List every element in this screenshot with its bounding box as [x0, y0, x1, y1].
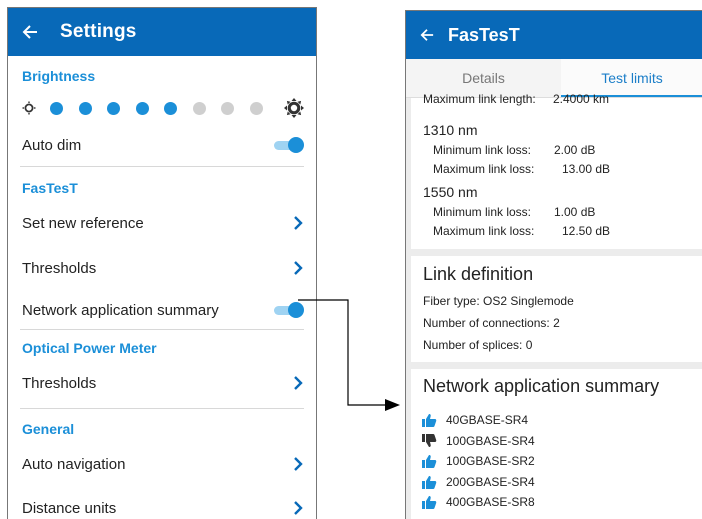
- brightness-dot[interactable]: [249, 102, 263, 115]
- section-brightness: Brightness: [22, 68, 96, 84]
- number-of-splices: Number of splices: 0: [423, 338, 533, 352]
- max-loss-1310-row: Maximum link loss: 13.00 dB: [433, 162, 610, 176]
- section-general: General: [22, 421, 75, 437]
- page-title: Settings: [60, 21, 137, 42]
- max-link-length-value: 2.4000 km: [553, 92, 610, 106]
- application-name: 40GBASE-SR4: [446, 413, 529, 427]
- divider: [20, 166, 304, 167]
- chevron-right-icon: [294, 376, 303, 390]
- fastest-panel: FasTesT Details Test limits Maximum link…: [405, 10, 702, 519]
- min-loss-label: Minimum link loss:: [433, 143, 532, 157]
- settings-panel: Settings Brightness Auto dim FasTesT Set…: [7, 7, 317, 519]
- thumbs-down-icon: [422, 433, 437, 447]
- fiber-type: Fiber type: OS2 Singlemode: [423, 294, 574, 308]
- application-name: 400GBASE-SR8: [446, 495, 535, 509]
- application-row: 40GBASE-SR4: [421, 413, 528, 427]
- brightness-low-icon: [22, 101, 36, 115]
- thumbs-up-icon: [422, 475, 437, 489]
- chevron-right-icon: [294, 216, 303, 230]
- max-loss-1550-row: Maximum link loss: 12.50 dB: [433, 224, 610, 238]
- brightness-dot[interactable]: [50, 102, 63, 115]
- brightness-dot[interactable]: [164, 102, 177, 115]
- application-row: 100GBASE-SR2: [421, 454, 535, 468]
- section-optical-power-meter: Optical Power Meter: [22, 340, 157, 356]
- thresholds-label: Thresholds: [22, 259, 97, 277]
- wavelength-1310-title: 1310 nm: [423, 122, 478, 138]
- page-title: FasTesT: [448, 24, 520, 45]
- row-auto-navigation[interactable]: Auto navigation: [22, 454, 304, 474]
- thumbs-up-icon: [422, 496, 437, 509]
- link-definition-card: Link definition Fiber type: OS2 Singlemo…: [411, 256, 702, 362]
- row-network-application-summary[interactable]: Network application summary: [22, 300, 304, 320]
- brightness-dot[interactable]: [221, 102, 234, 115]
- min-loss-label: Minimum link loss:: [433, 205, 532, 219]
- thresholds-label: Thresholds: [22, 374, 97, 392]
- settings-app-bar: Settings: [8, 8, 316, 56]
- chevron-right-icon: [294, 501, 303, 515]
- application-name: 100GBASE-SR4: [446, 433, 535, 448]
- network-application-summary-toggle[interactable]: [274, 302, 304, 318]
- test-limits-card: Maximum link length: 2.4000 km 1310 nm M…: [411, 92, 702, 249]
- max-link-length-label: Maximum link length:: [423, 92, 536, 106]
- brightness-dot[interactable]: [107, 102, 120, 115]
- min-loss-1310-row: Minimum link loss: 2.00 dB: [433, 143, 595, 157]
- max-loss-value: 12.50 dB: [562, 224, 611, 238]
- link-definition-title: Link definition: [423, 264, 534, 284]
- row-set-new-reference[interactable]: Set new reference: [22, 213, 304, 233]
- auto-dim-toggle[interactable]: [274, 137, 304, 153]
- brightness-dot[interactable]: [135, 102, 149, 115]
- application-row: 400GBASE-SR8: [421, 495, 535, 509]
- back-arrow-icon[interactable]: [420, 28, 434, 42]
- thumbs-up-icon: [422, 455, 437, 468]
- max-loss-value: 13.00 dB: [562, 162, 611, 176]
- divider: [20, 408, 304, 409]
- min-loss-value: 1.00 dB: [554, 205, 596, 219]
- network-application-summary-label: Network application summary: [22, 301, 219, 319]
- min-loss-value: 2.00 dB: [554, 143, 596, 157]
- application-name: 100GBASE-SR2: [446, 454, 535, 468]
- max-link-length-row: Maximum link length: 2.4000 km: [423, 92, 609, 106]
- row-auto-dim[interactable]: Auto dim: [22, 135, 304, 155]
- min-loss-1550-row: Minimum link loss: 1.00 dB: [433, 205, 595, 219]
- row-distance-units[interactable]: Distance units: [22, 498, 304, 518]
- application-row: 200GBASE-SR4: [421, 475, 535, 489]
- network-application-summary-title: Network application summary: [423, 376, 660, 396]
- chevron-right-icon: [294, 457, 303, 471]
- back-arrow-icon[interactable]: [22, 24, 38, 40]
- max-loss-label: Maximum link loss:: [433, 162, 535, 176]
- application-row: 100GBASE-SR4: [421, 433, 535, 448]
- brightness-dot[interactable]: [78, 102, 92, 115]
- brightness-slider[interactable]: [22, 97, 304, 119]
- thumbs-up-icon: [422, 414, 437, 427]
- chevron-right-icon: [294, 261, 303, 275]
- brightness-high-icon: [284, 98, 304, 118]
- auto-navigation-label: Auto navigation: [22, 455, 126, 473]
- brightness-dot[interactable]: [192, 102, 206, 115]
- set-new-reference-label: Set new reference: [22, 214, 144, 232]
- application-name: 200GBASE-SR4: [446, 474, 535, 489]
- network-application-summary-card: Network application summary 40GBASE-SR4 1…: [411, 369, 702, 519]
- distance-units-label: Distance units: [22, 499, 117, 517]
- max-loss-label: Maximum link loss:: [433, 224, 535, 238]
- row-thresholds-fastest[interactable]: Thresholds: [22, 258, 304, 278]
- row-thresholds-opm[interactable]: Thresholds: [22, 373, 304, 393]
- divider: [20, 329, 304, 330]
- auto-dim-label: Auto dim: [22, 136, 82, 154]
- number-of-connections: Number of connections: 2: [423, 316, 560, 330]
- fastest-app-bar: FasTesT: [406, 11, 702, 59]
- wavelength-1550-title: 1550 nm: [423, 184, 478, 200]
- section-fastest: FasTesT: [22, 180, 78, 196]
